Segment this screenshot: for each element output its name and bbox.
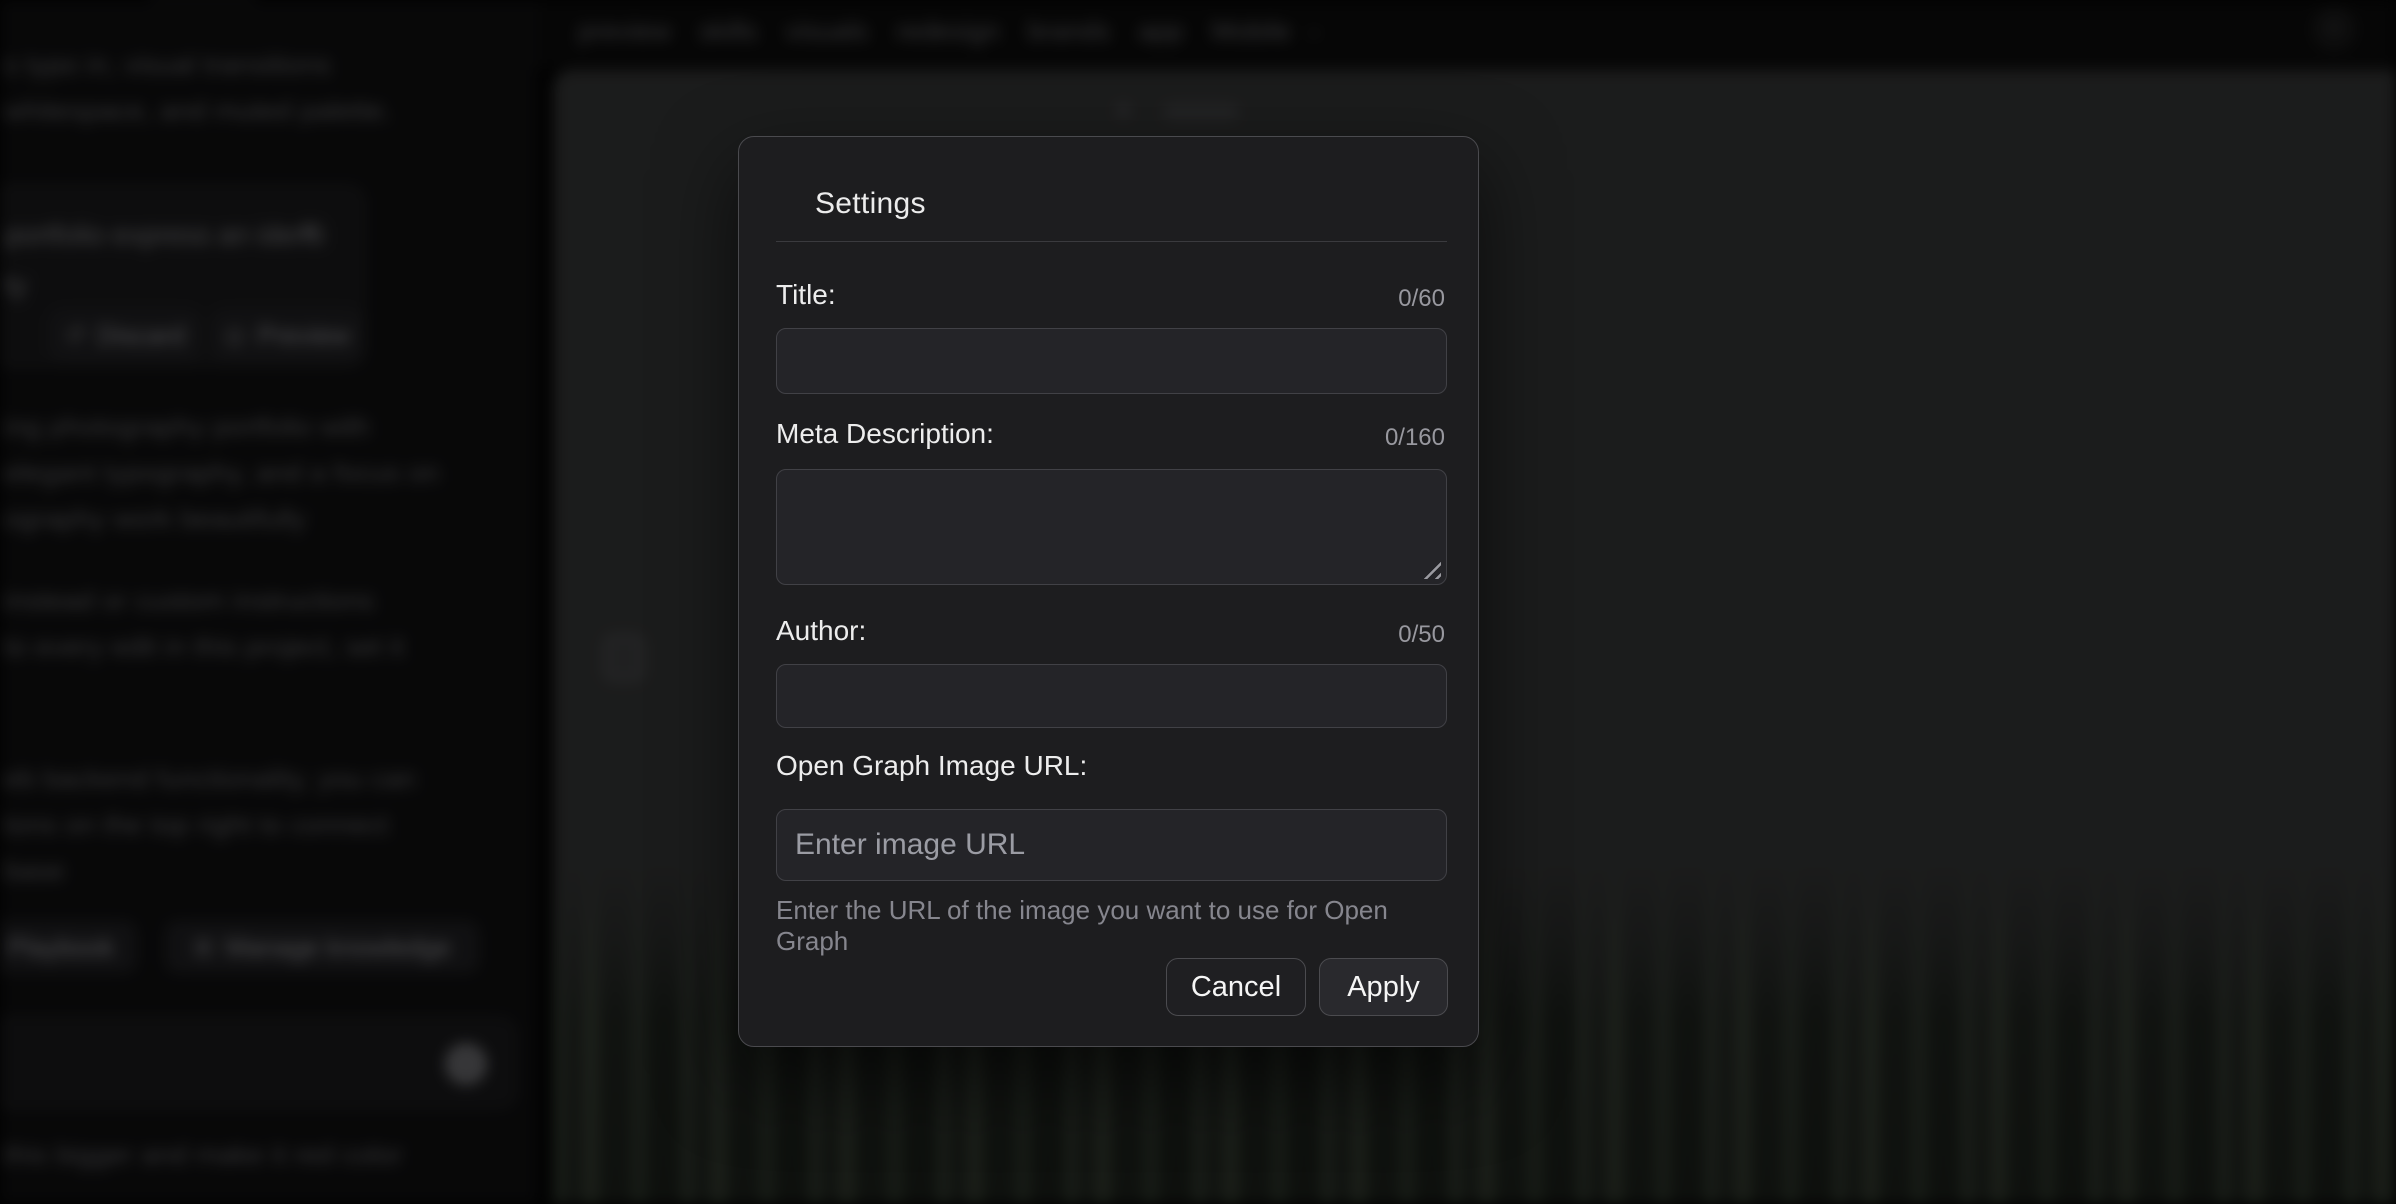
meta-description-wrap — [776, 469, 1447, 585]
title-field[interactable] — [776, 328, 1447, 394]
dialog-title: Settings — [815, 187, 926, 221]
og-image-helper-text: Enter the URL of the image you want to u… — [776, 895, 1447, 957]
divider — [776, 241, 1447, 242]
title-counter: 0/60 — [1398, 285, 1445, 313]
apply-button[interactable]: Apply — [1319, 958, 1448, 1016]
meta-description-label: Meta Description: — [776, 418, 994, 450]
title-label: Title: — [776, 279, 836, 311]
meta-description-counter: 0/160 — [1385, 424, 1445, 452]
author-counter: 0/50 — [1398, 621, 1445, 649]
app-window: preview skills visuals redesign brands a… — [0, 0, 2396, 1204]
author-label: Author: — [776, 615, 866, 647]
author-field[interactable] — [776, 664, 1447, 728]
settings-dialog: Settings Title: 0/60 Meta Description: 0… — [738, 136, 1479, 1047]
meta-description-field[interactable] — [776, 469, 1447, 585]
cancel-button[interactable]: Cancel — [1166, 958, 1306, 1016]
og-image-url-field[interactable] — [776, 809, 1447, 881]
og-image-label: Open Graph Image URL: — [776, 750, 1087, 782]
